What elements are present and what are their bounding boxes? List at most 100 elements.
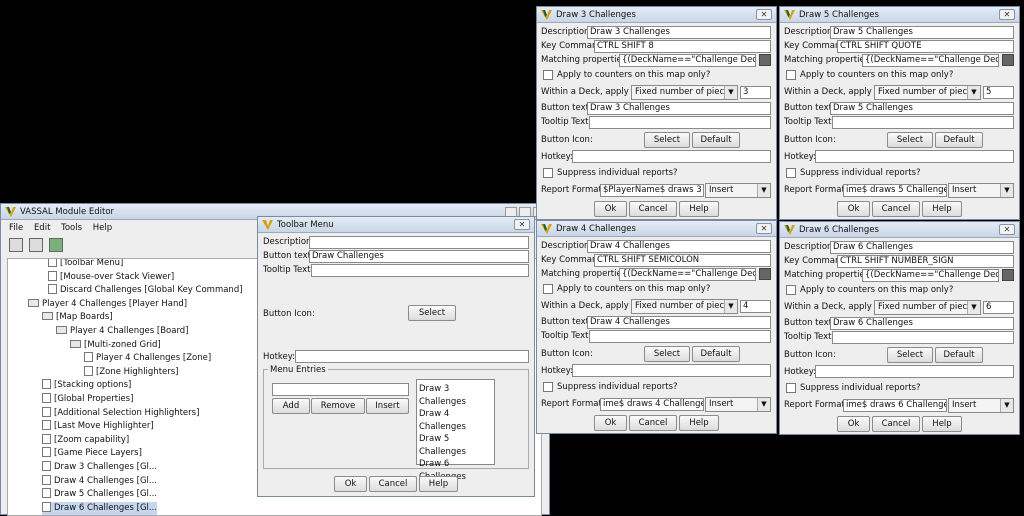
ok-button[interactable]: Ok: [837, 416, 870, 432]
hotkey-field[interactable]: [572, 150, 771, 163]
suppress-checkbox[interactable]: [786, 168, 796, 178]
key-command-field[interactable]: CTRL SHIFT 8: [594, 40, 771, 53]
tree-node[interactable]: Player 4 Challenges [Zone]: [84, 352, 211, 365]
suppress-checkbox[interactable]: [543, 382, 553, 392]
menu-help[interactable]: Help: [93, 223, 112, 233]
insert-property-select[interactable]: Insert ▼: [705, 397, 771, 412]
calculator-icon[interactable]: [1002, 54, 1014, 66]
help-button[interactable]: Help: [419, 476, 458, 492]
save-as-icon[interactable]: [29, 238, 43, 252]
select-icon-button[interactable]: Select: [644, 132, 690, 148]
tree-node[interactable]: Discard Challenges [Global Key Command]: [48, 284, 243, 297]
insert-property-select[interactable]: Insert ▼: [948, 398, 1014, 413]
default-icon-button[interactable]: Default: [935, 347, 983, 363]
hotkey-field[interactable]: [572, 364, 771, 377]
help-button[interactable]: Help: [679, 415, 719, 431]
tree-node[interactable]: [Map Boards]: [42, 311, 113, 324]
remove-button[interactable]: Remove: [311, 398, 365, 414]
select-icon-button[interactable]: Select: [644, 346, 690, 362]
ok-button[interactable]: Ok: [594, 201, 627, 217]
suppress-checkbox[interactable]: [543, 168, 553, 178]
map-only-checkbox[interactable]: [786, 285, 796, 295]
matching-properties-field[interactable]: {(DeckName=="Challenge Deck")}: [619, 54, 756, 67]
deck-apply-select[interactable]: Fixed number of pieces ▼: [874, 300, 981, 315]
close-icon[interactable]: ✕: [514, 219, 530, 230]
calculator-icon[interactable]: [1002, 269, 1014, 281]
ok-button[interactable]: Ok: [837, 201, 870, 217]
button-text-field[interactable]: Draw 4 Challenges: [587, 316, 771, 329]
tree-node[interactable]: Player 4 Challenges [Player Hand]: [28, 298, 187, 311]
tree-node[interactable]: Draw 3 Challenges [Gl...: [42, 461, 157, 474]
deck-apply-select[interactable]: Fixed number of pieces ▼: [874, 85, 981, 100]
description-field[interactable]: [309, 236, 529, 249]
insert-property-select[interactable]: Insert ▼: [705, 183, 771, 198]
ok-button[interactable]: Ok: [594, 415, 627, 431]
piece-count-spinner[interactable]: 5: [983, 86, 1014, 99]
close-icon[interactable]: ✕: [756, 9, 772, 20]
description-field[interactable]: Draw 4 Challenges: [587, 240, 771, 253]
tooltip-field[interactable]: [311, 264, 529, 277]
deck-apply-select[interactable]: Fixed number of pieces ▼: [631, 299, 738, 314]
insert-property-select[interactable]: Insert ▼: [948, 183, 1014, 198]
piece-count-spinner[interactable]: 6: [983, 301, 1014, 314]
tree-node[interactable]: Draw 4 Challenges [Gl...: [42, 474, 157, 488]
button-text-field[interactable]: Draw 3 Challenges: [587, 102, 771, 115]
menu-entries-list[interactable]: Draw 3 Challenges Draw 4 Challenges Draw…: [416, 379, 495, 482]
help-button[interactable]: Help: [922, 416, 962, 432]
default-icon-button[interactable]: Default: [692, 346, 740, 362]
tree-node[interactable]: [Additional Selection Highlighters]: [42, 406, 199, 420]
tree-node[interactable]: Player 4 Challenges [Board]: [56, 325, 189, 338]
menu-entry-input[interactable]: [272, 383, 409, 396]
list-item[interactable]: Draw 3 Challenges: [419, 383, 492, 408]
ok-button[interactable]: Ok: [334, 476, 367, 492]
key-command-field[interactable]: CTRL SHIFT QUOTE: [837, 40, 1014, 53]
close-icon[interactable]: ✕: [999, 9, 1015, 20]
calculator-icon[interactable]: [759, 268, 771, 280]
cancel-button[interactable]: Cancel: [369, 476, 417, 492]
minimize-icon[interactable]: [505, 206, 517, 217]
add-button[interactable]: Add: [272, 398, 310, 414]
list-item[interactable]: Draw 5 Challenges: [419, 433, 492, 458]
hotkey-field[interactable]: [815, 150, 1014, 163]
select-icon-button[interactable]: Select: [887, 132, 933, 148]
tree-node[interactable]: [Global Properties]: [42, 393, 133, 406]
select-icon-button[interactable]: Select: [408, 305, 456, 321]
report-format-field[interactable]: ime$ draws 6 Challenges.: [843, 399, 947, 412]
hotkey-field[interactable]: [295, 350, 529, 363]
insert-button[interactable]: Insert: [366, 398, 409, 414]
cancel-button[interactable]: Cancel: [872, 416, 920, 432]
tree-node[interactable]: [Mouse-over Stack Viewer]: [48, 270, 174, 284]
calculator-icon[interactable]: [759, 54, 771, 66]
cancel-button[interactable]: Cancel: [629, 415, 677, 431]
key-command-field[interactable]: CTRL SHIFT NUMBER_SIGN: [837, 255, 1014, 268]
tree-node[interactable]: [Game Piece Layers]: [42, 447, 142, 460]
deck-apply-select[interactable]: Fixed number of pieces ▼: [631, 85, 738, 100]
tooltip-field[interactable]: [589, 330, 771, 343]
piece-count-spinner[interactable]: 4: [740, 300, 771, 313]
close-icon[interactable]: ✕: [999, 224, 1015, 235]
tree-node[interactable]: [Zone Highlighters]: [84, 365, 179, 379]
tree-node[interactable]: [Multi-zoned Grid]: [70, 339, 161, 352]
close-icon[interactable]: ✕: [756, 223, 772, 234]
help-button[interactable]: Help: [922, 201, 962, 217]
matching-properties-field[interactable]: {(DeckName=="Challenge Deck")}: [619, 268, 756, 281]
tree-node[interactable]: Draw 6 Challenges [Gl...: [42, 501, 158, 515]
description-field[interactable]: Draw 5 Challenges: [830, 26, 1014, 39]
key-command-field[interactable]: CTRL SHIFT SEMICOLON: [594, 254, 771, 267]
matching-properties-field[interactable]: {(DeckName=="Challenge Deck")}: [862, 269, 999, 282]
module-icon[interactable]: [49, 238, 63, 252]
menu-file[interactable]: File: [9, 223, 23, 233]
cancel-button[interactable]: Cancel: [872, 201, 920, 217]
description-field[interactable]: Draw 6 Challenges: [830, 241, 1014, 254]
save-icon[interactable]: [9, 238, 23, 252]
tree-node[interactable]: [Zoom capability]: [42, 433, 129, 447]
description-field[interactable]: Draw 3 Challenges: [587, 26, 771, 39]
piece-count-spinner[interactable]: 3: [740, 86, 771, 99]
button-text-field[interactable]: Draw 6 Challenges: [830, 317, 1014, 330]
report-format-field[interactable]: ime$ draws 4 Challenges.: [600, 398, 704, 411]
menu-edit[interactable]: Edit: [34, 223, 50, 233]
map-only-checkbox[interactable]: [786, 70, 796, 80]
help-button[interactable]: Help: [679, 201, 719, 217]
list-item[interactable]: Draw 4 Challenges: [419, 408, 492, 433]
tree-node[interactable]: Draw 5 Challenges [Gl...: [42, 488, 157, 501]
